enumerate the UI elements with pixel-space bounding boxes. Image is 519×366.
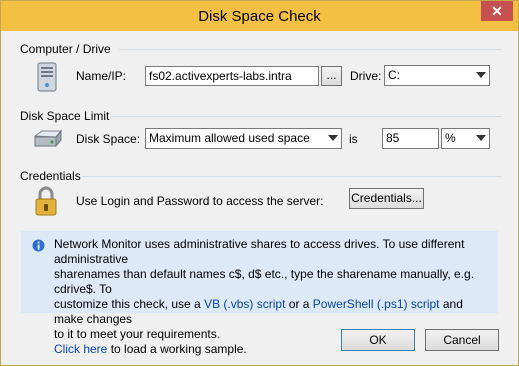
window-title: Disk Space Check (198, 8, 321, 25)
info-line-3-a: customize this check, use a (54, 297, 205, 311)
info-line-5-b: to load a working sample. (107, 342, 247, 356)
chevron-down-icon (476, 72, 486, 78)
lock-icon (35, 186, 57, 216)
chevron-down-icon (476, 135, 486, 141)
drive-select-value: C: (388, 68, 400, 82)
close-button[interactable]: ✕ (481, 1, 513, 21)
computer-group-label: Computer / Drive (20, 42, 111, 56)
credentials-group-label: Credentials (20, 169, 81, 183)
disk-space-label: Disk Space: (76, 132, 141, 146)
dialog-body: Computer / Drive Name/IP: fs02.activexpe… (7, 31, 512, 359)
ok-button[interactable]: OK (341, 329, 415, 351)
disk-space-mode-select[interactable]: Maximum allowed used space (145, 128, 342, 149)
credentials-button[interactable]: Credentials... (349, 188, 424, 209)
limit-group-label: Disk Space Limit (20, 109, 110, 123)
server-icon (37, 62, 57, 92)
info-icon (32, 239, 45, 252)
click-here-link[interactable]: Click here (54, 342, 107, 356)
drive-select[interactable]: C: (384, 65, 490, 86)
disk-space-mode-value: Maximum allowed used space (149, 131, 310, 145)
info-line-1: Network Monitor uses administrative shar… (54, 237, 465, 266)
info-line-3-b: or a (285, 297, 313, 311)
limit-group-divider (110, 116, 501, 117)
drive-label: Drive: (350, 69, 382, 83)
credentials-group-divider (82, 176, 501, 177)
info-panel: Network Monitor uses administrative shar… (21, 231, 498, 356)
dialog-window: Disk Space Check ✕ Computer / Drive Name… (0, 0, 519, 366)
name-ip-label: Name/IP: (76, 69, 127, 83)
computer-group-divider (119, 49, 501, 50)
browse-button[interactable]: ... (321, 66, 342, 86)
info-line-3: customize this check, use a VB (.vbs) sc… (54, 297, 494, 327)
cancel-button[interactable]: Cancel (425, 329, 499, 351)
limit-amount-input[interactable]: 85 (382, 128, 439, 149)
is-label: is (349, 132, 358, 146)
limit-unit-select[interactable]: % (441, 128, 490, 149)
credentials-text: Use Login and Password to access the ser… (76, 194, 324, 208)
title-bar[interactable]: Disk Space Check ✕ (1, 1, 518, 31)
name-ip-input[interactable]: fs02.activexperts-labs.intra (145, 66, 319, 86)
info-line-2: sharenames than default names c$, d$ etc… (54, 267, 475, 296)
vb-script-link[interactable]: VB (.vbs) script (204, 297, 285, 311)
limit-unit-value: % (445, 131, 456, 145)
hard-drive-icon (33, 129, 62, 148)
chevron-down-icon (328, 135, 338, 141)
powershell-script-link[interactable]: PowerShell (.ps1) script (313, 297, 440, 311)
